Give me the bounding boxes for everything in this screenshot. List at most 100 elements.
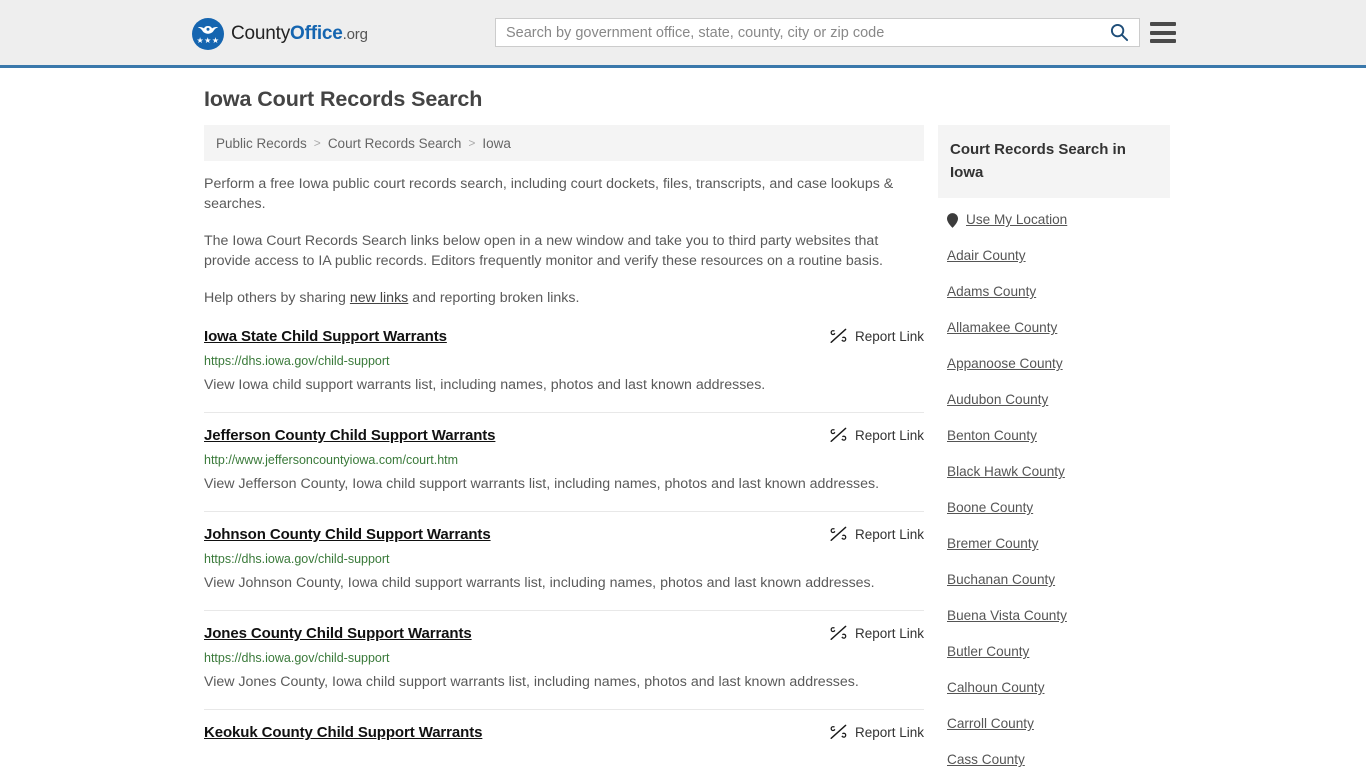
- intro-paragraph-1: Perform a free Iowa public court records…: [204, 176, 894, 212]
- broken-link-icon: [830, 526, 847, 542]
- result-header: Jefferson County Child Support Warrants …: [204, 426, 924, 446]
- intro-p3-before: Help others by sharing: [204, 290, 350, 306]
- results-list: Iowa State Child Support Warrants Report…: [204, 327, 924, 757]
- breadcrumb-item-public-records[interactable]: Public Records: [216, 136, 307, 151]
- report-link-button[interactable]: Report Link: [830, 525, 924, 542]
- logo-text-office: Office: [290, 23, 343, 44]
- report-link-label: Report Link: [854, 427, 924, 443]
- use-my-location-link[interactable]: Use My Location: [938, 198, 1170, 238]
- report-link-button[interactable]: Report Link: [830, 426, 924, 443]
- breadcrumb-separator: >: [313, 136, 321, 150]
- result-header: Keokuk County Child Support Warrants Rep…: [204, 723, 924, 743]
- sidebar-item-county[interactable]: Benton County: [938, 418, 1170, 454]
- county-link[interactable]: Butler County: [938, 634, 1170, 670]
- map-pin-icon: [947, 212, 958, 228]
- result-item: Iowa State Child Support Warrants Report…: [204, 327, 924, 413]
- sidebar-item-county[interactable]: Butler County: [938, 634, 1170, 670]
- sidebar-item-county[interactable]: Adair County: [938, 238, 1170, 274]
- page-root: ★★★ CountyOffice.org Iowa Court Records …: [0, 0, 1366, 767]
- result-item: Keokuk County Child Support Warrants Rep…: [204, 723, 924, 757]
- result-title-link[interactable]: Jones County Child Support Warrants: [204, 624, 472, 644]
- result-title-link[interactable]: Jefferson County Child Support Warrants: [204, 426, 496, 446]
- county-link[interactable]: Adams County: [938, 274, 1170, 310]
- county-link[interactable]: Cass County: [938, 742, 1170, 768]
- county-link[interactable]: Carroll County: [938, 706, 1170, 742]
- hamburger-bar: [1150, 30, 1176, 35]
- county-link[interactable]: Black Hawk County: [938, 454, 1170, 490]
- search-button[interactable]: [1099, 19, 1139, 46]
- report-link-button[interactable]: Report Link: [830, 327, 924, 344]
- result-header: Iowa State Child Support Warrants Report…: [204, 327, 924, 347]
- intro-p3-after: and reporting broken links.: [408, 290, 580, 306]
- result-item: Jefferson County Child Support Warrants …: [204, 426, 924, 512]
- report-link-label: Report Link: [854, 724, 924, 740]
- sidebar-item-county[interactable]: Adams County: [938, 274, 1170, 310]
- result-item: Johnson County Child Support Warrants Re…: [204, 525, 924, 611]
- main-content: Public Records > Court Records Search > …: [204, 125, 924, 768]
- sidebar-heading: Court Records Search in Iowa: [938, 125, 1170, 198]
- result-description: View Jones County, Iowa child support wa…: [204, 674, 859, 690]
- result-url-link[interactable]: https://dhs.iowa.gov/child-support: [204, 353, 924, 369]
- sidebar-item-county[interactable]: Cass County: [938, 742, 1170, 768]
- hamburger-menu-button[interactable]: [1150, 19, 1178, 46]
- breadcrumb-separator: >: [468, 136, 476, 150]
- intro-paragraph-3: Help others by sharing new links and rep…: [204, 288, 924, 308]
- site-header: ★★★ CountyOffice.org: [0, 0, 1366, 68]
- county-link[interactable]: Bremer County: [938, 526, 1170, 562]
- sidebar-item-county[interactable]: Allamakee County: [938, 310, 1170, 346]
- sidebar-item-county[interactable]: Appanoose County: [938, 346, 1170, 382]
- logo-text-county: County: [231, 23, 291, 44]
- sidebar-item-county[interactable]: Audubon County: [938, 382, 1170, 418]
- broken-link-icon: [830, 427, 847, 443]
- use-my-location-label: Use My Location: [966, 212, 1068, 227]
- report-link-label: Report Link: [854, 625, 924, 641]
- result-url-link[interactable]: http://www.jeffersoncountyiowa.com/court…: [204, 452, 924, 468]
- logo-stars: ★★★: [196, 36, 220, 45]
- sidebar-county-list: Use My Location Adair County Adams County…: [938, 198, 1170, 768]
- report-link-button[interactable]: Report Link: [830, 723, 924, 740]
- broken-link-icon: [830, 328, 847, 344]
- logo-text-org: .org: [342, 26, 368, 43]
- result-title-link[interactable]: Keokuk County Child Support Warrants: [204, 723, 482, 743]
- hamburger-bar: [1150, 39, 1176, 43]
- result-description: View Iowa child support warrants list, i…: [204, 377, 766, 393]
- search-box[interactable]: [495, 18, 1140, 47]
- county-link[interactable]: Boone County: [938, 490, 1170, 526]
- result-title-link[interactable]: Johnson County Child Support Warrants: [204, 525, 491, 545]
- result-description: View Johnson County, Iowa child support …: [204, 575, 875, 591]
- search-input[interactable]: [496, 19, 1099, 46]
- report-link-label: Report Link: [854, 526, 924, 542]
- sidebar-item-county[interactable]: Buena Vista County: [938, 598, 1170, 634]
- intro-text: Perform a free Iowa public court records…: [204, 174, 924, 308]
- new-links-link[interactable]: new links: [350, 290, 408, 306]
- broken-link-icon: [830, 724, 847, 740]
- sidebar-item-county[interactable]: Black Hawk County: [938, 454, 1170, 490]
- county-link[interactable]: Allamakee County: [938, 310, 1170, 346]
- sidebar-item-county[interactable]: Carroll County: [938, 706, 1170, 742]
- county-link[interactable]: Appanoose County: [938, 346, 1170, 382]
- sidebar-item-county[interactable]: Boone County: [938, 490, 1170, 526]
- result-header: Johnson County Child Support Warrants Re…: [204, 525, 924, 545]
- county-link[interactable]: Audubon County: [938, 382, 1170, 418]
- county-link[interactable]: Buena Vista County: [938, 598, 1170, 634]
- eagle-shield-logo-icon: ★★★: [192, 18, 224, 50]
- result-description: View Jefferson County, Iowa child suppor…: [204, 476, 880, 492]
- sidebar-item-county[interactable]: Calhoun County: [938, 670, 1170, 706]
- report-link-label: Report Link: [854, 328, 924, 344]
- sidebar-item-county[interactable]: Bremer County: [938, 526, 1170, 562]
- result-title-link[interactable]: Iowa State Child Support Warrants: [204, 327, 447, 347]
- report-link-button[interactable]: Report Link: [830, 624, 924, 641]
- result-url-link[interactable]: https://dhs.iowa.gov/child-support: [204, 551, 924, 567]
- breadcrumb-item-court-records-search[interactable]: Court Records Search: [328, 136, 462, 151]
- county-link[interactable]: Benton County: [938, 418, 1170, 454]
- site-logo[interactable]: ★★★ CountyOffice.org: [192, 18, 368, 50]
- county-link[interactable]: Buchanan County: [938, 562, 1170, 598]
- sidebar-item-use-my-location[interactable]: Use My Location: [938, 198, 1170, 238]
- logo-wordmark: CountyOffice.org: [231, 23, 368, 45]
- county-link[interactable]: Calhoun County: [938, 670, 1170, 706]
- result-url-link[interactable]: https://dhs.iowa.gov/child-support: [204, 650, 924, 666]
- sidebar-item-county[interactable]: Buchanan County: [938, 562, 1170, 598]
- page-title: Iowa Court Records Search: [204, 87, 483, 111]
- breadcrumb: Public Records > Court Records Search > …: [204, 125, 924, 161]
- county-link[interactable]: Adair County: [938, 238, 1170, 274]
